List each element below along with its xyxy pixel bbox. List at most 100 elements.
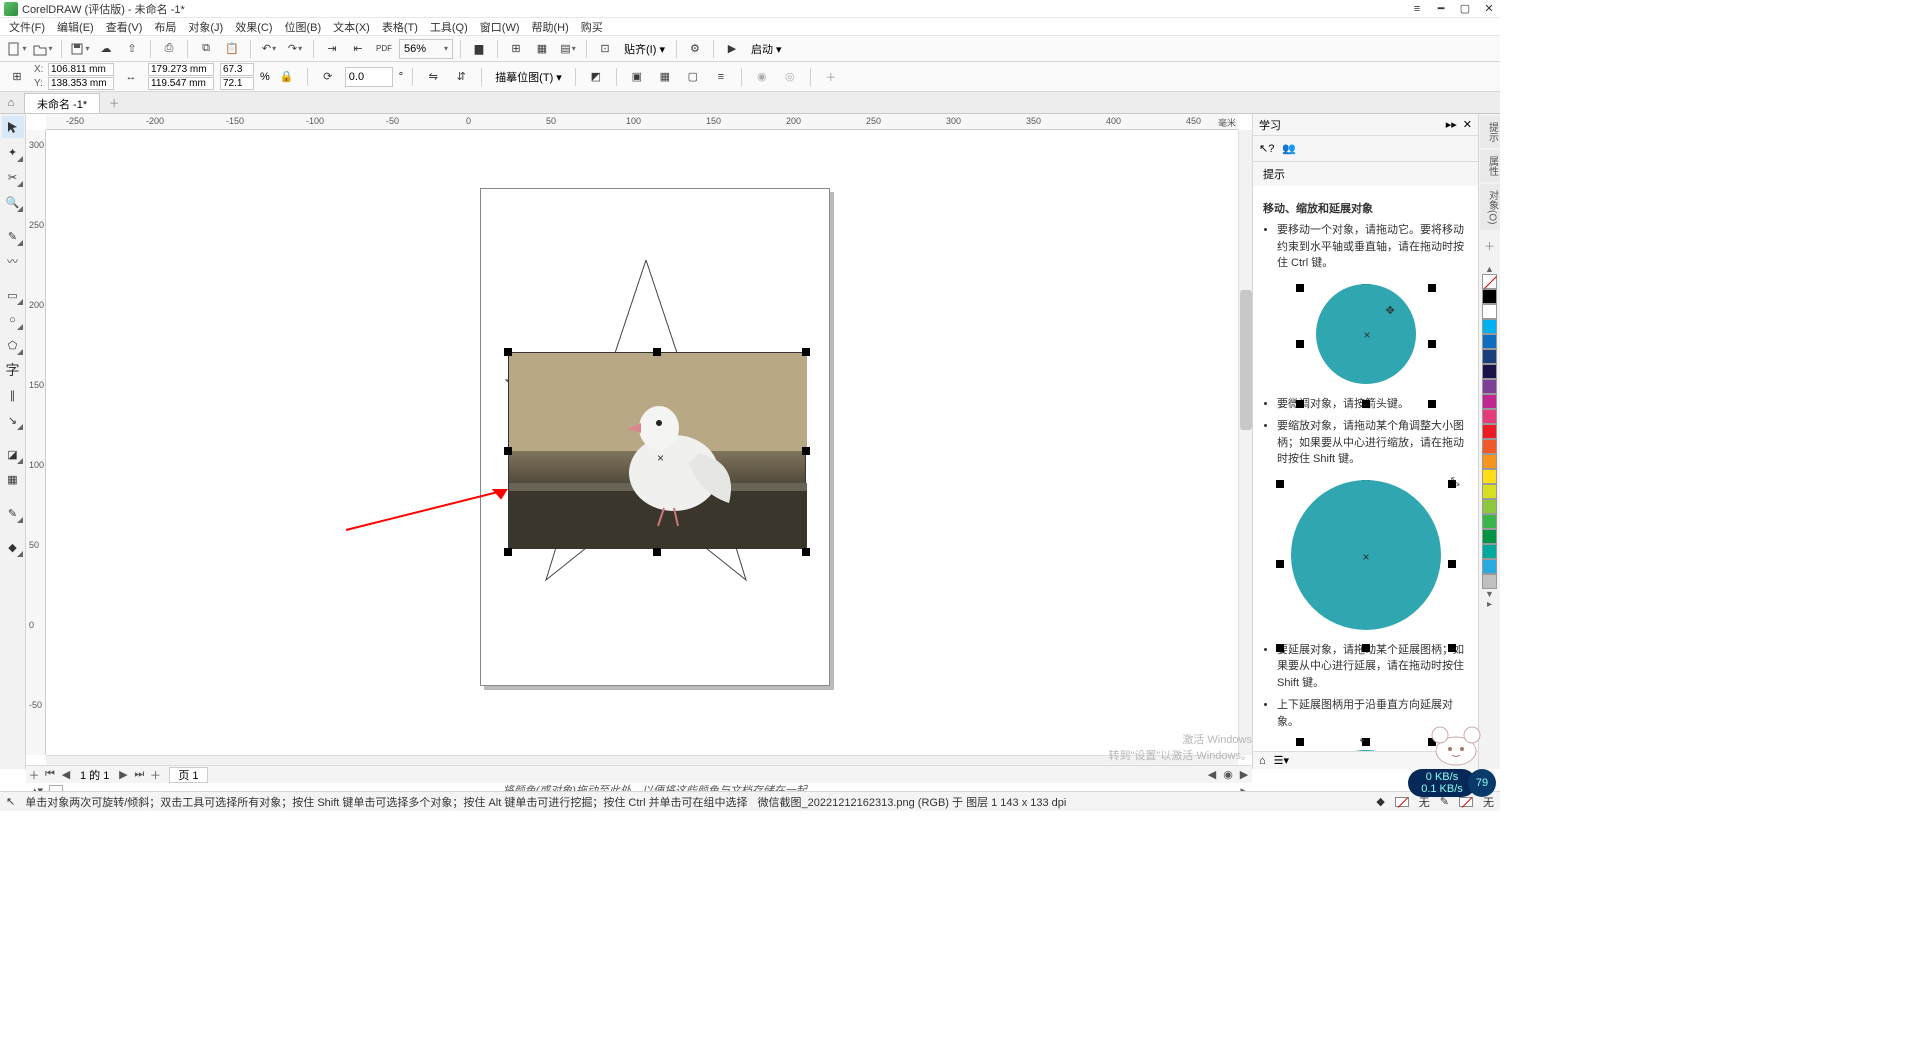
guides-button[interactable]: ▤	[557, 38, 579, 60]
copy-button[interactable]: ⧉	[195, 38, 217, 60]
selection-handle[interactable]	[653, 548, 661, 556]
nav-right-icon[interactable]: ▶	[1236, 768, 1252, 781]
shadow-tool[interactable]: ◪	[2, 443, 24, 465]
color-swatch[interactable]	[1482, 544, 1497, 559]
add-docker-icon[interactable]: ＋	[1484, 238, 1495, 254]
nav-left-icon[interactable]: ◀	[1204, 768, 1220, 781]
menu-file[interactable]: 文件(F)	[4, 17, 50, 37]
color-swatch[interactable]	[1482, 349, 1497, 364]
minimize-icon[interactable]: ━	[1434, 2, 1448, 16]
scale-y-input[interactable]: 72.1	[220, 77, 254, 90]
selection-handle[interactable]	[802, 548, 810, 556]
color-swatch[interactable]	[1482, 379, 1497, 394]
panel-menu-icon[interactable]: ☰▾	[1274, 754, 1289, 767]
color-swatch[interactable]	[1482, 424, 1497, 439]
color-swatch[interactable]	[1482, 409, 1497, 424]
selection-handle[interactable]	[802, 447, 810, 455]
dock-tab-props[interactable]: 属性	[1480, 150, 1500, 182]
desktop-pet-icon[interactable]	[1426, 721, 1486, 767]
add-tab-button[interactable]: ＋	[102, 93, 126, 113]
new-button[interactable]	[6, 38, 28, 60]
menu-layout[interactable]: 布局	[149, 17, 181, 37]
wrap4-icon[interactable]: ≡	[710, 66, 732, 88]
parallel-tool[interactable]: ∥	[2, 384, 24, 406]
text-tool[interactable]: 字	[2, 359, 24, 381]
menu-bitmap[interactable]: 位图(B)	[280, 17, 327, 37]
zoom-tool[interactable]: 🔍	[2, 191, 24, 213]
menu-object[interactable]: 对象(J)	[183, 17, 228, 37]
panel-home-icon[interactable]: ⌂	[1259, 755, 1266, 767]
fill-icon[interactable]: ◆	[1376, 795, 1384, 808]
color-swatch[interactable]	[1482, 499, 1497, 514]
first-page-icon[interactable]: ⏮	[42, 768, 58, 781]
overlap1-icon[interactable]: ◉	[751, 66, 773, 88]
x-input[interactable]: 106.811 mm	[48, 63, 114, 76]
size-lock-icon[interactable]: ↔	[120, 66, 142, 88]
ellipse-tool[interactable]: ○	[2, 309, 24, 331]
pdf-button[interactable]: PDF	[373, 38, 395, 60]
rectangle-tool[interactable]: ▭	[2, 284, 24, 306]
crop-icon[interactable]: ◩	[585, 66, 607, 88]
launch-dropdown[interactable]: 启动 ▾	[747, 41, 786, 57]
color-swatch[interactable]	[1482, 454, 1497, 469]
import-button[interactable]: ⇥	[321, 38, 343, 60]
selection-center-icon[interactable]: ×	[657, 451, 664, 465]
mirror-v-icon[interactable]: ⇵	[450, 66, 472, 88]
color-swatch[interactable]	[1482, 529, 1497, 544]
color-swatch[interactable]	[1482, 289, 1497, 304]
shape-tool[interactable]: ✦	[2, 141, 24, 163]
undo-button[interactable]: ↶	[258, 38, 280, 60]
selection-handle[interactable]	[653, 348, 661, 356]
grid-button[interactable]: ▦	[531, 38, 553, 60]
rulers-button[interactable]: ⊞	[505, 38, 527, 60]
community-icon[interactable]: 👥	[1282, 142, 1296, 155]
fill-swatch[interactable]	[1395, 797, 1409, 807]
prev-page-icon[interactable]: ◀	[58, 768, 74, 781]
artistic-tool[interactable]: 〰	[2, 250, 24, 272]
nav-target-icon[interactable]: ◉	[1220, 768, 1236, 781]
home-tab-icon[interactable]: ⌂	[0, 93, 22, 113]
overlap2-icon[interactable]: ◎	[779, 66, 801, 88]
width-input[interactable]: 179.273 mm	[148, 63, 214, 76]
fullscreen-button[interactable]: ▆	[468, 38, 490, 60]
trace-bitmap-dropdown[interactable]: 描摹位图(T) ▾	[491, 69, 566, 85]
color-swatch[interactable]	[1482, 559, 1497, 574]
scale-x-input[interactable]: 67.3	[220, 63, 254, 76]
launch-icon[interactable]: ▶	[721, 38, 743, 60]
rotation-input[interactable]: 0.0	[345, 67, 393, 87]
color-swatch[interactable]	[1482, 484, 1497, 499]
color-swatch[interactable]	[1482, 304, 1497, 319]
wrap3-icon[interactable]: ▢	[682, 66, 704, 88]
ruler-vertical[interactable]: 300250200150100500-50	[26, 130, 46, 755]
cloud-down-icon[interactable]: ☁	[95, 38, 117, 60]
menu-window[interactable]: 窗口(W)	[475, 17, 525, 37]
page-tab[interactable]: 页 1	[169, 767, 207, 783]
menu-text[interactable]: 文本(X)	[328, 17, 375, 37]
dock-tab-hints[interactable]: 提示	[1480, 116, 1500, 148]
color-swatch-none[interactable]	[1482, 274, 1497, 289]
export-button[interactable]: ⇤	[347, 38, 369, 60]
vertical-scrollbar[interactable]	[1238, 130, 1252, 755]
panel-collapse-icon[interactable]: ▸▸	[1446, 118, 1457, 131]
color-swatch[interactable]	[1482, 574, 1497, 589]
add-button-icon[interactable]: ＋	[820, 66, 842, 88]
color-swatch[interactable]	[1482, 469, 1497, 484]
color-swatch[interactable]	[1482, 394, 1497, 409]
selection-handle[interactable]	[504, 348, 512, 356]
last-page-icon[interactable]: ⏭	[131, 768, 147, 781]
maximize-icon[interactable]: ▢	[1458, 2, 1472, 16]
menu-buy[interactable]: 购买	[576, 17, 608, 37]
color-swatch[interactable]	[1482, 364, 1497, 379]
perf-widget[interactable]: 0 KB/s 0.1 KB/s	[1408, 769, 1476, 797]
close-icon[interactable]: ✕	[1482, 2, 1496, 16]
print-button[interactable]: ⎙	[158, 38, 180, 60]
drawing-canvas[interactable]: ×	[46, 130, 1238, 755]
color-swatch[interactable]	[1482, 514, 1497, 529]
polygon-tool[interactable]: ⬠	[2, 334, 24, 356]
panel-close-icon[interactable]: ✕	[1463, 118, 1472, 131]
color-swatch[interactable]	[1482, 334, 1497, 349]
canvas-viewport[interactable]: 毫米 -250-200-150-100-50050100150200250300…	[26, 114, 1252, 769]
bitmap-image[interactable]	[508, 352, 806, 548]
mirror-h-icon[interactable]: ⇋	[422, 66, 444, 88]
pick-tool[interactable]	[2, 116, 24, 138]
